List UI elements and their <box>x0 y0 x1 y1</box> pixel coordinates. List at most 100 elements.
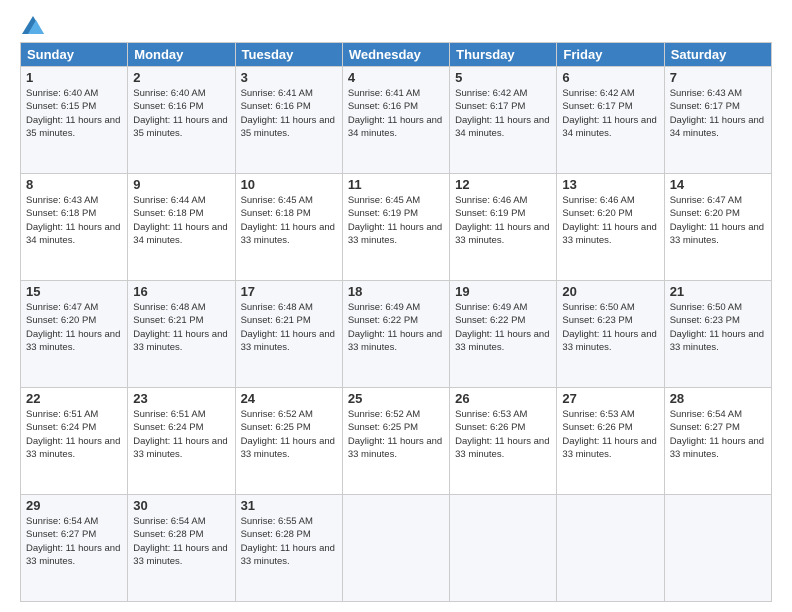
day-number: 19 <box>455 284 551 299</box>
calendar-cell: 21 Sunrise: 6:50 AMSunset: 6:23 PMDayligh… <box>664 281 771 388</box>
day-number: 2 <box>133 70 229 85</box>
calendar-cell: 10 Sunrise: 6:45 AMSunset: 6:18 PMDayligh… <box>235 174 342 281</box>
calendar-cell: 30 Sunrise: 6:54 AMSunset: 6:28 PMDayligh… <box>128 495 235 602</box>
calendar-cell: 16 Sunrise: 6:48 AMSunset: 6:21 PMDayligh… <box>128 281 235 388</box>
calendar-cell: 23 Sunrise: 6:51 AMSunset: 6:24 PMDayligh… <box>128 388 235 495</box>
calendar-header-sunday: Sunday <box>21 43 128 67</box>
day-info: Sunrise: 6:51 AMSunset: 6:24 PMDaylight:… <box>26 408 122 461</box>
calendar-cell <box>557 495 664 602</box>
day-number: 3 <box>241 70 337 85</box>
day-info: Sunrise: 6:46 AMSunset: 6:19 PMDaylight:… <box>455 194 551 247</box>
calendar-cell: 29 Sunrise: 6:54 AMSunset: 6:27 PMDayligh… <box>21 495 128 602</box>
calendar-cell: 20 Sunrise: 6:50 AMSunset: 6:23 PMDayligh… <box>557 281 664 388</box>
day-info: Sunrise: 6:43 AMSunset: 6:17 PMDaylight:… <box>670 87 766 140</box>
logo-icon <box>22 16 44 34</box>
calendar-cell: 14 Sunrise: 6:47 AMSunset: 6:20 PMDayligh… <box>664 174 771 281</box>
day-number: 6 <box>562 70 658 85</box>
day-number: 23 <box>133 391 229 406</box>
day-number: 5 <box>455 70 551 85</box>
calendar-cell: 31Sunrise: 6:55 AMSunset: 6:28 PMDayligh… <box>235 495 342 602</box>
calendar-cell: 28 Sunrise: 6:54 AMSunset: 6:27 PMDayligh… <box>664 388 771 495</box>
day-info: Sunrise: 6:50 AMSunset: 6:23 PMDaylight:… <box>562 301 658 354</box>
day-info: Sunrise: 6:55 AMSunset: 6:28 PMDaylight:… <box>241 515 337 568</box>
day-info: Sunrise: 6:40 AMSunset: 6:16 PMDaylight:… <box>133 87 229 140</box>
day-number: 28 <box>670 391 766 406</box>
calendar-cell: 3 Sunrise: 6:41 AMSunset: 6:16 PMDaylight… <box>235 67 342 174</box>
calendar-cell: 13 Sunrise: 6:46 AMSunset: 6:20 PMDayligh… <box>557 174 664 281</box>
calendar-cell: 7 Sunrise: 6:43 AMSunset: 6:17 PMDaylight… <box>664 67 771 174</box>
day-number: 21 <box>670 284 766 299</box>
calendar-cell: 6 Sunrise: 6:42 AMSunset: 6:17 PMDaylight… <box>557 67 664 174</box>
day-number: 20 <box>562 284 658 299</box>
calendar-cell <box>450 495 557 602</box>
day-number: 27 <box>562 391 658 406</box>
calendar-cell <box>342 495 449 602</box>
day-info: Sunrise: 6:48 AMSunset: 6:21 PMDaylight:… <box>241 301 337 354</box>
calendar-cell: 25 Sunrise: 6:52 AMSunset: 6:25 PMDayligh… <box>342 388 449 495</box>
day-info: Sunrise: 6:54 AMSunset: 6:28 PMDaylight:… <box>133 515 229 568</box>
day-info: Sunrise: 6:45 AMSunset: 6:18 PMDaylight:… <box>241 194 337 247</box>
day-info: Sunrise: 6:54 AMSunset: 6:27 PMDaylight:… <box>26 515 122 568</box>
day-info: Sunrise: 6:53 AMSunset: 6:26 PMDaylight:… <box>455 408 551 461</box>
day-info: Sunrise: 6:45 AMSunset: 6:19 PMDaylight:… <box>348 194 444 247</box>
day-info: Sunrise: 6:52 AMSunset: 6:25 PMDaylight:… <box>348 408 444 461</box>
day-info: Sunrise: 6:51 AMSunset: 6:24 PMDaylight:… <box>133 408 229 461</box>
calendar-header-tuesday: Tuesday <box>235 43 342 67</box>
day-number: 22 <box>26 391 122 406</box>
day-info: Sunrise: 6:50 AMSunset: 6:23 PMDaylight:… <box>670 301 766 354</box>
calendar-cell: 9Sunrise: 6:44 AMSunset: 6:18 PMDaylight… <box>128 174 235 281</box>
day-number: 14 <box>670 177 766 192</box>
day-number: 12 <box>455 177 551 192</box>
day-number: 8 <box>26 177 122 192</box>
calendar-cell: 12 Sunrise: 6:46 AMSunset: 6:19 PMDayligh… <box>450 174 557 281</box>
day-info: Sunrise: 6:49 AMSunset: 6:22 PMDaylight:… <box>348 301 444 354</box>
calendar-week-1: 1Sunrise: 6:40 AMSunset: 6:15 PMDaylight… <box>21 67 772 174</box>
day-number: 13 <box>562 177 658 192</box>
calendar-cell: 18Sunrise: 6:49 AMSunset: 6:22 PMDayligh… <box>342 281 449 388</box>
day-info: Sunrise: 6:44 AMSunset: 6:18 PMDaylight:… <box>133 194 229 247</box>
day-info: Sunrise: 6:52 AMSunset: 6:25 PMDaylight:… <box>241 408 337 461</box>
calendar-cell: 11 Sunrise: 6:45 AMSunset: 6:19 PMDayligh… <box>342 174 449 281</box>
calendar-header-row: SundayMondayTuesdayWednesdayThursdayFrid… <box>21 43 772 67</box>
calendar-week-4: 22 Sunrise: 6:51 AMSunset: 6:24 PMDayligh… <box>21 388 772 495</box>
calendar-cell: 1Sunrise: 6:40 AMSunset: 6:15 PMDaylight… <box>21 67 128 174</box>
calendar-header-friday: Friday <box>557 43 664 67</box>
day-info: Sunrise: 6:46 AMSunset: 6:20 PMDaylight:… <box>562 194 658 247</box>
day-number: 11 <box>348 177 444 192</box>
day-info: Sunrise: 6:40 AMSunset: 6:15 PMDaylight:… <box>26 87 122 140</box>
calendar-cell: 5 Sunrise: 6:42 AMSunset: 6:17 PMDaylight… <box>450 67 557 174</box>
day-number: 4 <box>348 70 444 85</box>
day-info: Sunrise: 6:42 AMSunset: 6:17 PMDaylight:… <box>455 87 551 140</box>
day-number: 17 <box>241 284 337 299</box>
day-number: 24 <box>241 391 337 406</box>
calendar-week-5: 29 Sunrise: 6:54 AMSunset: 6:27 PMDayligh… <box>21 495 772 602</box>
day-number: 29 <box>26 498 122 513</box>
day-number: 10 <box>241 177 337 192</box>
calendar-cell <box>664 495 771 602</box>
header <box>20 16 772 34</box>
day-info: Sunrise: 6:47 AMSunset: 6:20 PMDaylight:… <box>670 194 766 247</box>
day-info: Sunrise: 6:41 AMSunset: 6:16 PMDaylight:… <box>348 87 444 140</box>
day-number: 16 <box>133 284 229 299</box>
day-number: 26 <box>455 391 551 406</box>
calendar-cell: 17 Sunrise: 6:48 AMSunset: 6:21 PMDayligh… <box>235 281 342 388</box>
day-info: Sunrise: 6:41 AMSunset: 6:16 PMDaylight:… <box>241 87 337 140</box>
day-info: Sunrise: 6:43 AMSunset: 6:18 PMDaylight:… <box>26 194 122 247</box>
calendar-cell: 27 Sunrise: 6:53 AMSunset: 6:26 PMDayligh… <box>557 388 664 495</box>
logo <box>20 16 44 34</box>
calendar-week-2: 8 Sunrise: 6:43 AMSunset: 6:18 PMDaylight… <box>21 174 772 281</box>
calendar-cell: 2 Sunrise: 6:40 AMSunset: 6:16 PMDaylight… <box>128 67 235 174</box>
day-number: 7 <box>670 70 766 85</box>
day-info: Sunrise: 6:48 AMSunset: 6:21 PMDaylight:… <box>133 301 229 354</box>
calendar-cell: 8 Sunrise: 6:43 AMSunset: 6:18 PMDaylight… <box>21 174 128 281</box>
calendar-body: 1Sunrise: 6:40 AMSunset: 6:15 PMDaylight… <box>21 67 772 602</box>
day-info: Sunrise: 6:54 AMSunset: 6:27 PMDaylight:… <box>670 408 766 461</box>
calendar-table: SundayMondayTuesdayWednesdayThursdayFrid… <box>20 42 772 602</box>
calendar-header-saturday: Saturday <box>664 43 771 67</box>
day-info: Sunrise: 6:49 AMSunset: 6:22 PMDaylight:… <box>455 301 551 354</box>
day-info: Sunrise: 6:53 AMSunset: 6:26 PMDaylight:… <box>562 408 658 461</box>
day-info: Sunrise: 6:42 AMSunset: 6:17 PMDaylight:… <box>562 87 658 140</box>
day-number: 25 <box>348 391 444 406</box>
calendar-cell: 24 Sunrise: 6:52 AMSunset: 6:25 PMDayligh… <box>235 388 342 495</box>
day-number: 30 <box>133 498 229 513</box>
